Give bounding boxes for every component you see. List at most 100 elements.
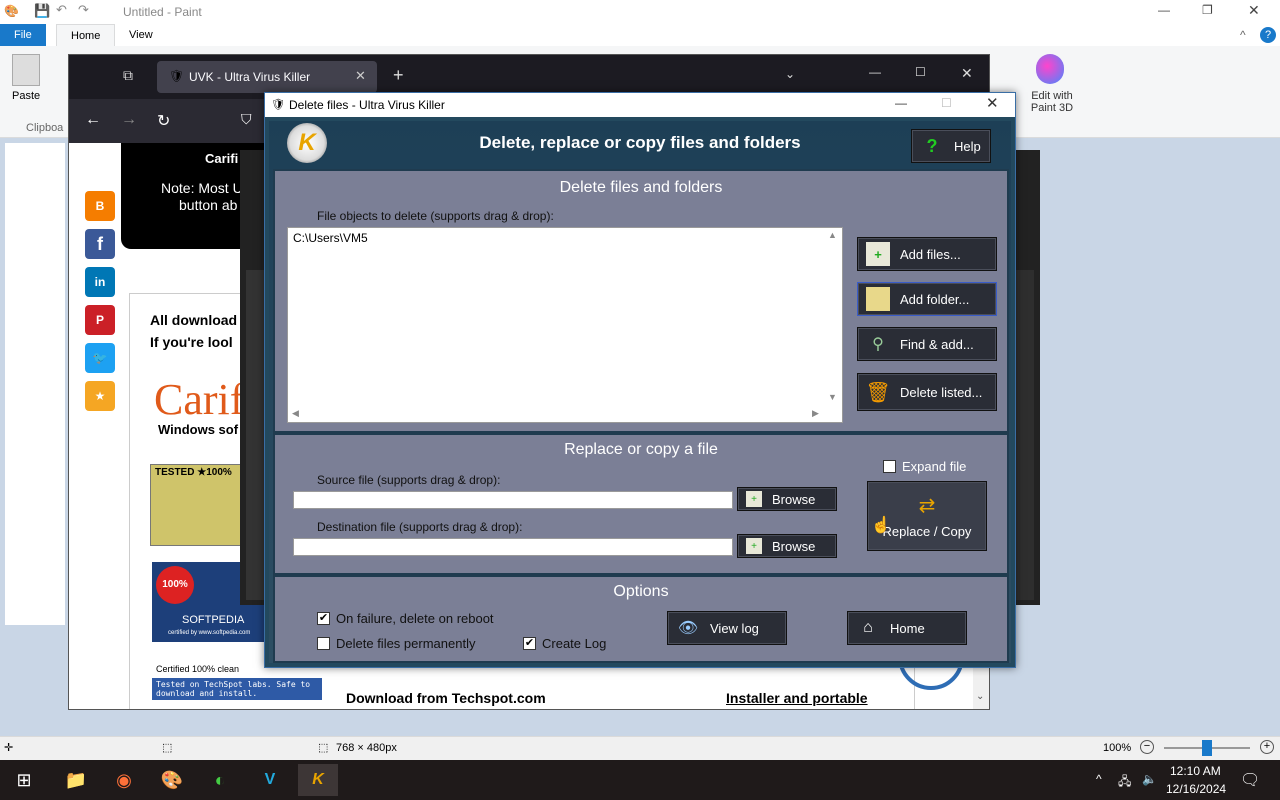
replace-copy-label: Replace / Copy [882, 524, 972, 539]
redo-icon[interactable]: ↷ [78, 2, 89, 18]
linkedin-icon[interactable]: in [85, 267, 115, 297]
all-download-text: All download [150, 312, 238, 328]
expand-file-checkbox[interactable]: Expand file [883, 459, 966, 474]
save-icon[interactable]: 💾 [34, 3, 50, 19]
uvk-main-scrollbar[interactable] [1014, 270, 1034, 600]
tab-overview-icon[interactable]: ⧉ [123, 67, 133, 84]
windows-start-icon[interactable]: ⊞ [4, 764, 44, 796]
notification-icon[interactable]: 🗨 [1240, 770, 1260, 790]
clock-time[interactable]: 12:10 AM [1170, 764, 1221, 778]
browser-maximize-button[interactable]: ☐ [915, 65, 926, 79]
zoom-out-button[interactable]: − [1140, 740, 1154, 754]
paste-button[interactable]: Paste [12, 90, 40, 102]
banner-title: Carifi [205, 151, 239, 166]
scroll-down-icon[interactable]: ⌄ [976, 691, 984, 702]
file-list-item[interactable]: C:\Users\VM5 [293, 231, 368, 245]
uvk-tab-icon: 🛡 [169, 69, 185, 83]
image-size-label: 768 × 480px [336, 742, 397, 754]
list-scroll-left-icon[interactable]: ◀ [292, 408, 299, 419]
view-log-button[interactable]: 👁 View log [667, 611, 787, 645]
vs-taskbar-icon[interactable]: V [250, 764, 290, 796]
download-from-link[interactable]: Download from Techspot.com [346, 690, 546, 706]
network-icon[interactable]: 🖧 [1118, 772, 1131, 793]
home-button[interactable]: ⌂ Home [847, 611, 967, 645]
image-size-icon: ⬚ [318, 742, 329, 754]
zoom-in-button[interactable]: + [1260, 740, 1274, 754]
edit-paint3d-button[interactable]: Edit with Paint 3D [1027, 90, 1077, 114]
paint-taskbar-icon[interactable]: 🎨 [152, 764, 192, 796]
paint-minimize-button[interactable]: — [1158, 3, 1170, 17]
view-log-label: View log [710, 620, 759, 636]
paint-canvas[interactable] [5, 143, 65, 625]
reload-icon[interactable]: ↻ [157, 111, 170, 131]
home-icon: ⌂ [863, 619, 873, 636]
tray-chevron-icon[interactable]: ^ [1096, 772, 1102, 786]
clock-date[interactable]: 12/16/2024 [1166, 782, 1226, 796]
find-add-label: Find & add... [900, 336, 974, 352]
clean-seal-icon: 100% [156, 566, 194, 604]
create-log-label: Create Log [542, 636, 607, 651]
help-button[interactable]: ? Help [911, 129, 991, 163]
zoom-slider-thumb[interactable] [1202, 740, 1212, 756]
file-objects-list[interactable]: C:\Users\VM5 ▲ ▼ ◀ ▶ [287, 227, 843, 423]
undo-icon[interactable]: ↶ [56, 2, 67, 18]
list-scroll-down-icon[interactable]: ▼ [828, 392, 837, 402]
destination-browse-button[interactable]: + Browse [737, 534, 837, 558]
list-scroll-up-icon[interactable]: ▲ [828, 230, 837, 240]
volume-icon[interactable]: 🔈 [1142, 772, 1157, 786]
source-browse-button[interactable]: + Browse [737, 487, 837, 511]
new-tab-button[interactable]: + [393, 65, 404, 86]
destination-file-input[interactable] [293, 538, 733, 556]
paint-maximize-button[interactable]: ❐ [1202, 3, 1213, 17]
browser-close-button[interactable]: ✕ [961, 65, 973, 82]
favorite-star-icon[interactable]: ★ [85, 381, 115, 411]
delete-listed-button[interactable]: 🗑 Delete listed... [857, 373, 997, 411]
back-arrow-icon[interactable]: ← [85, 111, 101, 129]
shield-icon[interactable]: ⛉ [241, 111, 252, 128]
dialog-close-button[interactable]: ✕ [986, 94, 999, 112]
create-log-checked-icon[interactable]: ✔ [523, 637, 536, 650]
find-add-button[interactable]: ⚲ Find & add... [857, 327, 997, 361]
tab-list-icon[interactable]: ⌄ [785, 67, 795, 81]
destination-browse-label: Browse [772, 538, 816, 554]
blogger-icon[interactable]: B [85, 191, 115, 221]
delete-permanently-box[interactable] [317, 637, 330, 650]
installer-portable-link[interactable]: Installer and portable [726, 690, 868, 706]
expand-file-box[interactable] [883, 460, 896, 473]
replace-section-title: Replace or copy a file [564, 441, 718, 458]
help-icon[interactable]: ? [1260, 27, 1276, 43]
pinterest-icon[interactable]: P [85, 305, 115, 335]
clipboard-icon[interactable] [12, 54, 40, 86]
windows-taskbar: ⊞ 📁 ◉ 🎨 ◐ V K ^ 🖧 🔈 12:10 AM 12/16/2024 … [0, 760, 1280, 800]
uvk-taskbar-icon[interactable]: K [298, 764, 338, 796]
close-tab-icon[interactable]: ✕ [355, 68, 366, 84]
add-files-button[interactable]: + Add files... [857, 237, 997, 271]
ribbon-collapse-icon[interactable]: ^ [1240, 28, 1246, 42]
source-file-input[interactable] [293, 491, 733, 509]
facebook-icon[interactable]: f [85, 229, 115, 259]
app-taskbar-icon[interactable]: ◐ [200, 764, 240, 796]
file-explorer-icon[interactable]: 📁 [56, 764, 96, 796]
dialog-minimize-button[interactable]: — [895, 96, 907, 110]
paint-close-button[interactable]: ✕ [1248, 2, 1260, 19]
tab-home[interactable]: Home [56, 24, 116, 46]
forward-arrow-icon[interactable]: → [121, 111, 137, 129]
list-scroll-right-icon[interactable]: ▶ [812, 408, 819, 419]
folder-icon [866, 287, 890, 311]
twitter-icon[interactable]: 🐦 [85, 343, 115, 373]
paint3d-icon[interactable] [1036, 54, 1064, 84]
options-panel: Options ✔ On failure, delete on reboot D… [273, 575, 1009, 663]
create-log-checkbox[interactable]: ✔ Create Log [523, 636, 606, 651]
browser-tab[interactable]: 🛡 UVK - Ultra Virus Killer ✕ [157, 61, 377, 93]
tab-view[interactable]: View [115, 24, 167, 46]
on-failure-checked-icon[interactable]: ✔ [317, 612, 330, 625]
tab-file[interactable]: File [0, 24, 46, 46]
firefox-icon[interactable]: ◉ [104, 764, 144, 796]
add-folder-button[interactable]: Add folder... [857, 282, 997, 316]
add-folder-label: Add folder... [900, 291, 970, 307]
certified-clean-text: Certified 100% clean [156, 664, 240, 674]
on-failure-checkbox[interactable]: ✔ On failure, delete on reboot [317, 611, 494, 626]
browser-minimize-button[interactable]: — [869, 65, 881, 79]
help-question-icon: ? [926, 135, 938, 156]
delete-permanently-checkbox[interactable]: Delete files permanently [317, 636, 475, 651]
